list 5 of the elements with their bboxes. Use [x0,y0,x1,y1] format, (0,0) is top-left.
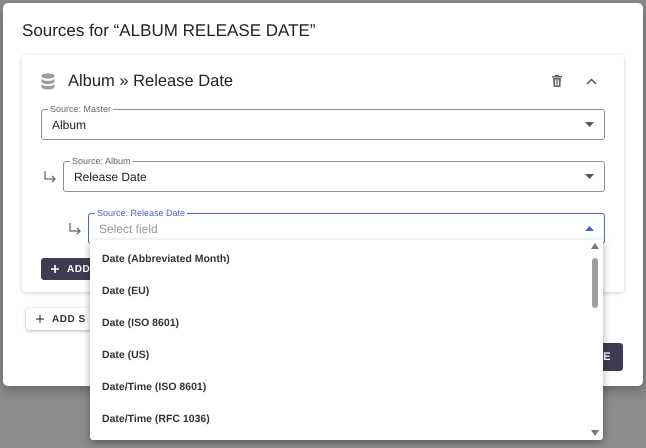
dialog-title: Sources for “ALBUM RELEASE DATE” [22,20,316,42]
source-title: Album » Release Date [68,70,234,92]
field-label: Source: Release Date [95,208,188,219]
field-label: Source: Master [48,104,114,115]
field-label: Source: Album [70,156,133,167]
